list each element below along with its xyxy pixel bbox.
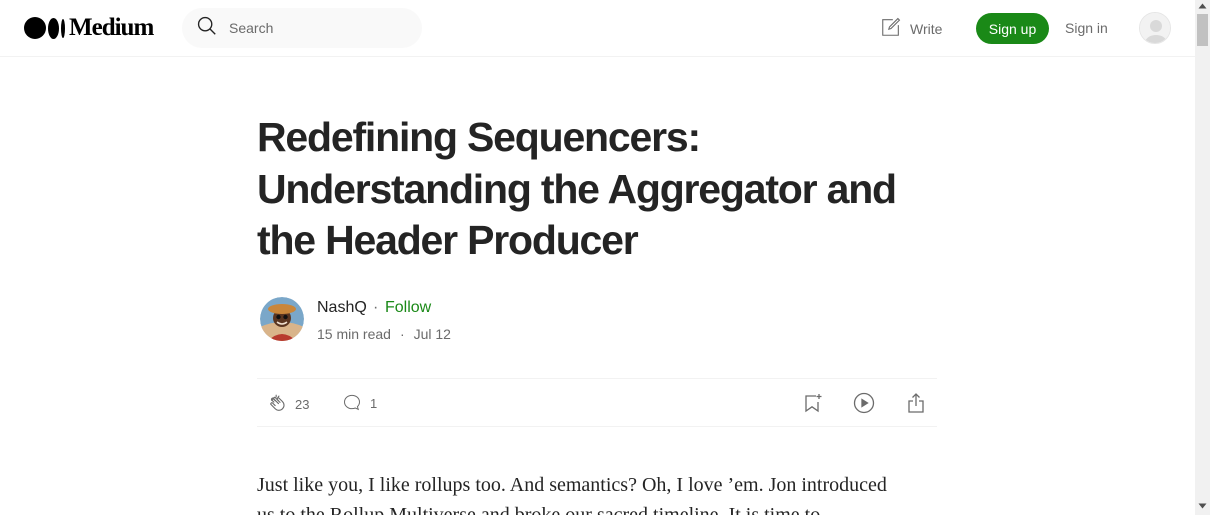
bookmark-add-icon[interactable] [800,391,824,415]
response-count: 1 [370,396,378,411]
clap-button[interactable]: 23 [267,392,309,417]
title-line: the Header Producer [257,217,639,263]
scroll-up-arrow-icon[interactable] [1195,2,1210,12]
search-bar[interactable] [182,8,422,48]
body-line: us to the Rollup Multiverse and broke ou… [257,504,821,515]
page-scrollbar[interactable] [1195,0,1210,515]
share-icon[interactable] [904,391,928,415]
logo-wordmark: Medium [69,14,154,41]
follow-button[interactable]: Follow [385,299,431,317]
article-header: Redefining Sequencers: Understanding the… [257,112,937,267]
publish-date: Jul 12 [413,326,451,342]
clap-icon [267,392,295,417]
title-line: Understanding the Aggregator and [257,165,897,212]
sign-up-button[interactable]: Sign up [976,13,1049,44]
author-name[interactable]: NashQ [317,299,367,317]
clap-count: 23 [295,397,310,412]
scrollbar-thumb[interactable] [1197,14,1208,46]
separator-dot: · [399,326,405,342]
search-input[interactable] [229,20,399,36]
search-icon [196,15,218,42]
sign-in-link[interactable]: Sign in [1065,20,1108,36]
article-action-bar: 23 1 [257,378,937,427]
play-icon[interactable] [852,391,876,415]
write-label: Write [910,20,943,37]
medium-logo[interactable]: Medium [24,14,154,41]
author-avatar[interactable] [260,297,304,341]
write-button[interactable]: Write [880,16,942,41]
medium-logo-icon [24,17,65,39]
body-line: Just like you, I like rollups too. And s… [257,474,887,496]
author-info: NashQ · Follow 15 min read · Jul 12 [260,297,940,343]
comment-icon [342,392,370,415]
scroll-down-arrow-icon[interactable] [1195,502,1210,512]
article-meta: 15 min read · Jul 12 [317,326,451,342]
read-time: 15 min read [317,326,391,342]
write-icon [880,16,910,41]
separator-dot: · [373,299,379,316]
responses-button[interactable]: 1 [342,392,377,415]
article-title: Redefining Sequencers: Understanding the… [257,112,937,267]
top-navigation-bar: Medium Write Sign up Sign in [0,0,1195,57]
article-body: Just like you, I like rollups too. And s… [257,470,947,515]
user-avatar[interactable] [1139,12,1171,44]
title-line: Redefining Sequencers: [257,114,701,160]
